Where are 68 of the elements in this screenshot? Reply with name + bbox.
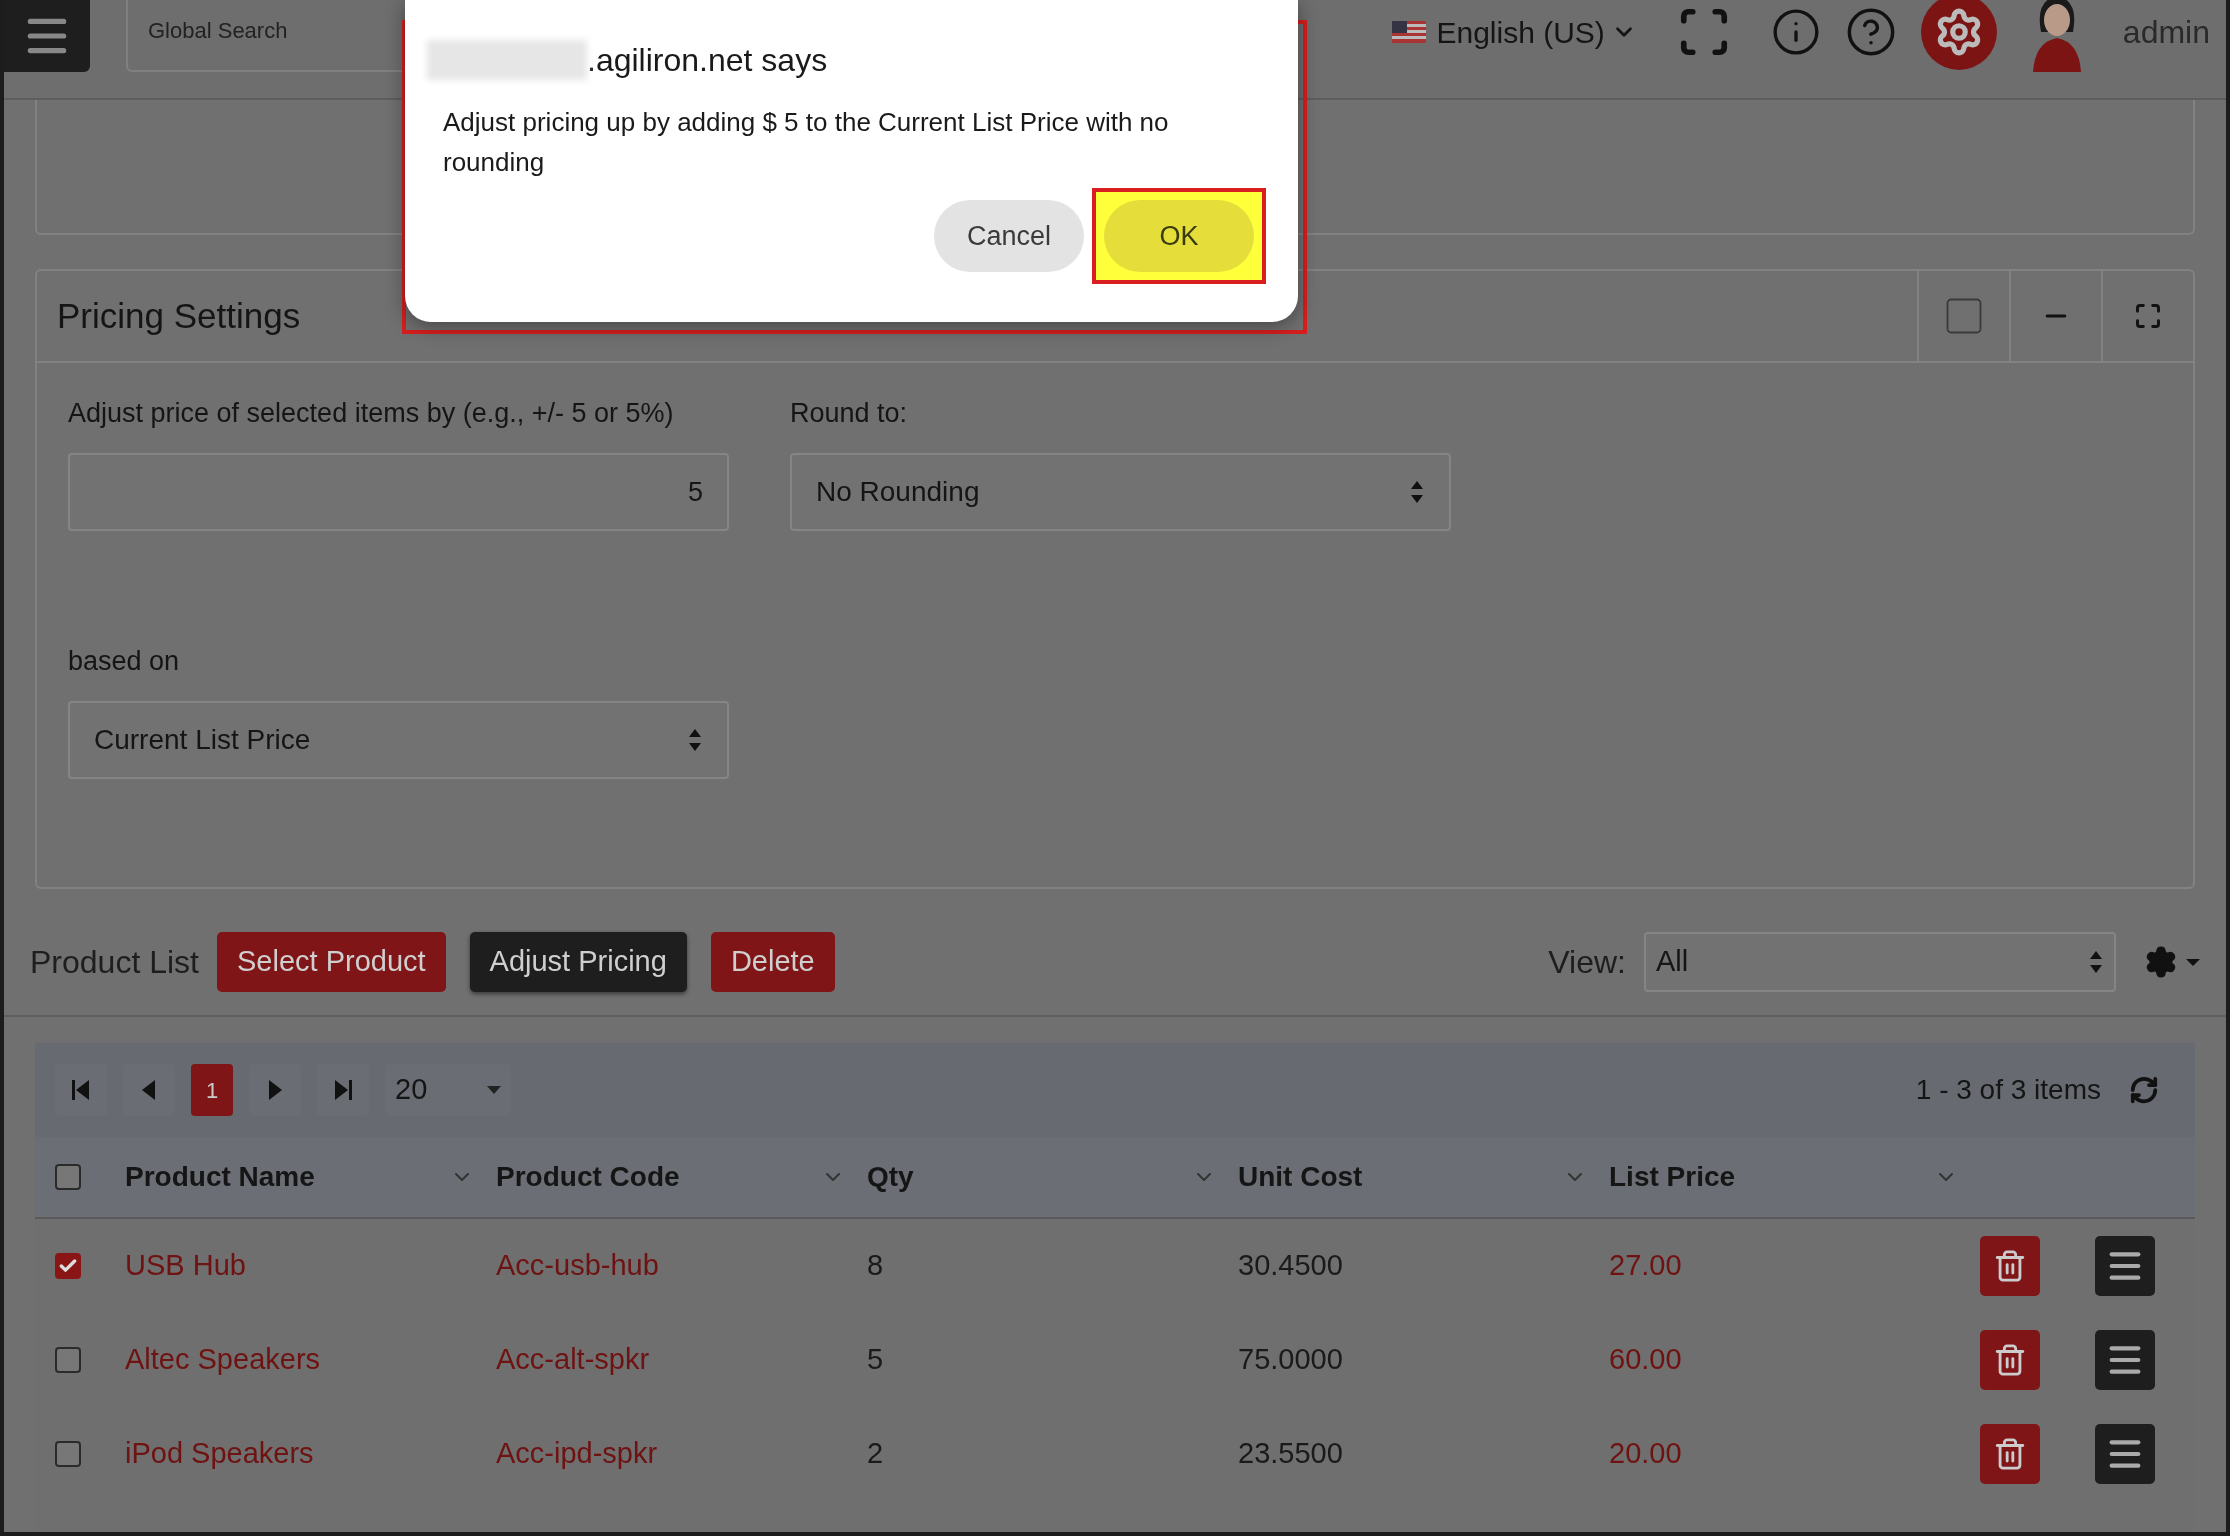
view-select[interactable]: All (1644, 932, 2116, 992)
checkbox[interactable] (55, 1253, 81, 1279)
action-button[interactable]: Select Product (216, 932, 446, 992)
settings-icon (2144, 945, 2178, 979)
field-label: based on (68, 645, 181, 678)
view-label: View: (1548, 943, 1626, 982)
refresh-icon[interactable] (2129, 1075, 2159, 1105)
flag-icon (1392, 21, 1427, 43)
table-cell: 23.5500 (1238, 1437, 1343, 1470)
table-cell: 30.4500 (1238, 1249, 1343, 1282)
column-header[interactable]: Unit Cost (1238, 1156, 1363, 1198)
table-cell: 75.0000 (1238, 1343, 1343, 1376)
delete-button[interactable] (1980, 1330, 2040, 1390)
delete-button[interactable] (1980, 1236, 2040, 1296)
table-link[interactable]: USB Hub (125, 1249, 246, 1282)
sort-arrows-icon (2088, 949, 2104, 975)
checkbox[interactable] (55, 1164, 81, 1190)
column-header[interactable]: Product Name (125, 1156, 315, 1198)
menu-button[interactable] (4, 0, 90, 72)
panel-title: Pricing Settings (57, 294, 301, 337)
dialog-button[interactable]: Cancel (934, 200, 1084, 272)
table-link[interactable]: iPod Speakers (125, 1437, 314, 1470)
menu-button[interactable] (2095, 1330, 2155, 1390)
items-summary: 1 - 3 of 3 items (1915, 1073, 2101, 1107)
action-button[interactable]: Adjust Pricing (469, 932, 687, 992)
trash-icon (1993, 1249, 2027, 1283)
previous-page-icon (140, 1080, 158, 1100)
input-field[interactable]: 5 (68, 453, 729, 531)
caret-down-icon (487, 1085, 501, 1095)
dialog-button[interactable]: OK (1104, 200, 1254, 272)
sort-arrows-icon (1409, 479, 1425, 505)
sort-arrows-icon (687, 727, 703, 753)
next-page-icon (266, 1080, 284, 1100)
column-header[interactable]: Product Code (496, 1156, 680, 1198)
settings-menu-button[interactable] (2144, 945, 2200, 979)
table-cell: 8 (867, 1249, 884, 1282)
first-page-icon (72, 1080, 90, 1100)
delete-button[interactable] (1980, 1424, 2040, 1484)
table-link[interactable]: 60.00 (1609, 1343, 1682, 1376)
table-link[interactable]: Acc-alt-spkr (496, 1343, 650, 1376)
menu-button[interactable] (2095, 1236, 2155, 1296)
language-select[interactable]: English (US) (1436, 9, 1637, 55)
section-title: Product List (30, 943, 199, 982)
column-header[interactable]: List Price (1609, 1156, 1736, 1198)
table-link[interactable]: 27.00 (1609, 1249, 1682, 1282)
last-page-icon (334, 1080, 352, 1100)
checkbox[interactable] (55, 1347, 81, 1373)
caret-down-icon (2186, 957, 2200, 967)
column-header[interactable]: Qty (867, 1156, 914, 1198)
table-cell: 2 (867, 1437, 884, 1470)
table-link[interactable]: Acc-ipd-spkr (496, 1437, 658, 1470)
field-label: Round to: (790, 397, 909, 430)
field-label: Adjust price of selected items by (e.g., +/- 5 or 5%) (68, 397, 675, 430)
dialog-title: .agiliron.net says (587, 41, 828, 80)
select-field[interactable]: Current List Price (68, 701, 729, 779)
table-cell: 5 (867, 1343, 884, 1376)
select-field[interactable]: No Rounding (790, 453, 1451, 531)
action-button[interactable]: Delete (710, 932, 835, 992)
table-link[interactable]: 20.00 (1609, 1437, 1682, 1470)
table-link[interactable]: Acc-usb-hub (496, 1249, 659, 1282)
dialog-message: Adjust pricing up by adding $ 5 to the Current List Price with no rounding (443, 106, 1170, 179)
page-button[interactable]: 1 (191, 1064, 233, 1116)
table-link[interactable]: Altec Speakers (125, 1343, 321, 1376)
trash-icon (1993, 1343, 2027, 1377)
menu-button[interactable] (2095, 1424, 2155, 1484)
trash-icon (1993, 1437, 2027, 1471)
user-name: admin (2122, 13, 2210, 52)
checkbox[interactable] (55, 1441, 81, 1467)
